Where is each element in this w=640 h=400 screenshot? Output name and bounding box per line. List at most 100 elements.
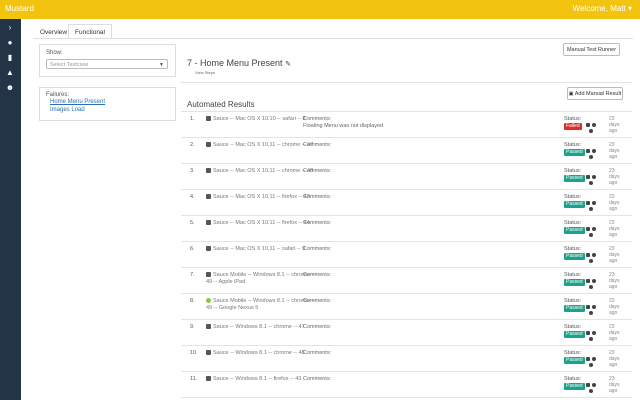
status-label: Status: — [564, 116, 582, 122]
flask-icon[interactable]: ▲ — [4, 67, 16, 79]
link-icon[interactable] — [589, 155, 593, 159]
add-manual-result-label: Add Manual Result — [574, 91, 622, 97]
comments-block: Comments: — [303, 376, 331, 383]
status-label: Status: — [564, 220, 582, 226]
apple-icon — [206, 168, 211, 173]
view-steps-link[interactable]: View Steps — [195, 70, 215, 75]
status-badge: Passed — [564, 253, 585, 260]
row-number: 2. — [190, 142, 195, 148]
days-ago: 23 days ago — [609, 272, 620, 290]
filter-panel: Show: Select Testcase ▼ — [39, 44, 176, 77]
result-row: 9. Sauce -- Windows 8.1 -- chrome -- 47 Co… — [181, 320, 632, 346]
comments-label: Comments: — [303, 324, 332, 330]
link-icon[interactable] — [589, 337, 593, 341]
history-icon[interactable] — [592, 149, 596, 153]
days-ago: 23 days ago — [609, 376, 620, 394]
status-badge: Passed — [564, 305, 585, 312]
history-icon[interactable] — [592, 175, 596, 179]
platform-text: Sauce Mobile -- Windows 8.1 -- chrome --… — [206, 272, 316, 286]
link-icon[interactable] — [589, 259, 593, 263]
comments-block: Comments: — [303, 246, 331, 253]
app-brand[interactable]: Mustard — [5, 4, 34, 13]
history-icon[interactable] — [592, 123, 596, 127]
failure-link-home-menu-present[interactable]: Home Menu Present — [50, 99, 105, 105]
screenshot-icon[interactable] — [586, 253, 590, 257]
manual-test-runner-button[interactable]: Manual Test Runner — [563, 43, 620, 56]
history-icon[interactable] — [592, 201, 596, 205]
history-icon[interactable] — [592, 383, 596, 387]
comments-label: Comments: — [303, 220, 332, 226]
link-icon[interactable] — [589, 389, 593, 393]
status-label: Status: — [564, 298, 582, 304]
status-badge: Passed — [564, 279, 585, 286]
link-icon[interactable] — [589, 311, 593, 315]
history-icon[interactable] — [592, 279, 596, 283]
failure-link-images-load[interactable]: Images Load — [50, 107, 85, 113]
row-number: 7. — [190, 272, 195, 278]
result-row: 1. Sauce -- Mac OS X 10.10 -- safari -- 8… — [181, 112, 632, 138]
car-icon[interactable]: ● — [4, 37, 16, 49]
platform-label: Sauce -- Windows 8.1 -- chrome -- 48 — [213, 350, 305, 356]
screenshot-icon[interactable] — [586, 175, 590, 179]
chart-icon[interactable]: ▮ — [4, 52, 16, 64]
link-icon[interactable] — [589, 363, 593, 367]
row-number: 8. — [190, 298, 195, 304]
windows-icon — [206, 376, 211, 381]
tab-functional[interactable]: Functional — [68, 24, 112, 39]
status-label: Status: — [564, 142, 582, 148]
result-row: 8. Sauce Mobile -- Windows 8.1 -- chrome … — [181, 294, 632, 320]
row-number: 1. — [190, 116, 195, 122]
platform-text: Sauce -- Mac OS X 10.10 -- safari -- 8 — [206, 116, 316, 123]
row-number: 4. — [190, 194, 195, 200]
screenshot-icon[interactable] — [586, 383, 590, 387]
testcase-select[interactable]: Select Testcase ▼ — [46, 59, 168, 69]
link-icon[interactable] — [589, 285, 593, 289]
days-ago: 23 days ago — [609, 168, 620, 186]
platform-text: Sauce -- Mac OS X 10.11 -- safari -- 9 — [206, 246, 316, 253]
screenshot-icon[interactable] — [586, 331, 590, 335]
comments-block: Comments: — [303, 272, 331, 279]
status-label: Status: — [564, 376, 582, 382]
screenshot-icon[interactable] — [586, 305, 590, 309]
history-icon[interactable] — [592, 227, 596, 231]
comments-label: Comments: — [303, 350, 332, 356]
testcase-select-placeholder: Select Testcase — [50, 62, 89, 68]
history-icon[interactable] — [592, 253, 596, 257]
comments-block: Comments: — [303, 194, 331, 201]
result-row: 7. Sauce Mobile -- Windows 8.1 -- chrome … — [181, 268, 632, 294]
link-icon[interactable] — [589, 207, 593, 211]
edit-pencil-icon[interactable]: ✎ — [285, 61, 291, 68]
comments-label: Comments: — [303, 376, 332, 382]
link-icon[interactable] — [589, 181, 593, 185]
add-manual-result-button[interactable]: ▣ Add Manual Result — [567, 87, 623, 100]
platform-label: Sauce -- Mac OS X 10.11 -- firefox -- 43 — [213, 194, 310, 200]
row-number: 3. — [190, 168, 195, 174]
screenshot-icon[interactable] — [586, 279, 590, 283]
screenshot-icon[interactable] — [586, 123, 590, 127]
windows-icon — [206, 350, 211, 355]
chevron-right-icon[interactable]: › — [4, 22, 16, 34]
history-icon[interactable] — [592, 357, 596, 361]
history-icon[interactable] — [592, 331, 596, 335]
user-menu[interactable]: Welcome, Matt ▾ — [573, 4, 632, 13]
test-title-text: 7 - Home Menu Present — [187, 58, 283, 68]
plus-square-icon: ▣ — [568, 91, 574, 97]
status-badge: Failed — [564, 123, 582, 130]
platform-text: Sauce -- Mac OS X 10.11 -- firefox -- 43 — [206, 194, 316, 201]
screenshot-icon[interactable] — [586, 227, 590, 231]
screenshot-icon[interactable] — [586, 201, 590, 205]
apple-icon — [206, 220, 211, 225]
platform-text: Sauce Mobile -- Windows 8.1 -- chrome --… — [206, 298, 316, 312]
screenshot-icon[interactable] — [586, 357, 590, 361]
link-icon[interactable] — [589, 233, 593, 237]
platform-text: Sauce -- Mac OS X 10.11 -- chrome -- 47 — [206, 142, 316, 149]
platform-label: Sauce -- Mac OS X 10.11 -- chrome -- 47 — [213, 142, 314, 148]
apple-icon — [206, 142, 211, 147]
windows-icon — [206, 324, 211, 329]
status-badge: Passed — [564, 149, 585, 156]
history-icon[interactable] — [592, 305, 596, 309]
users-icon[interactable]: ☻ — [4, 82, 16, 94]
tab-divider — [33, 38, 633, 39]
screenshot-icon[interactable] — [586, 149, 590, 153]
link-icon[interactable] — [589, 129, 593, 133]
